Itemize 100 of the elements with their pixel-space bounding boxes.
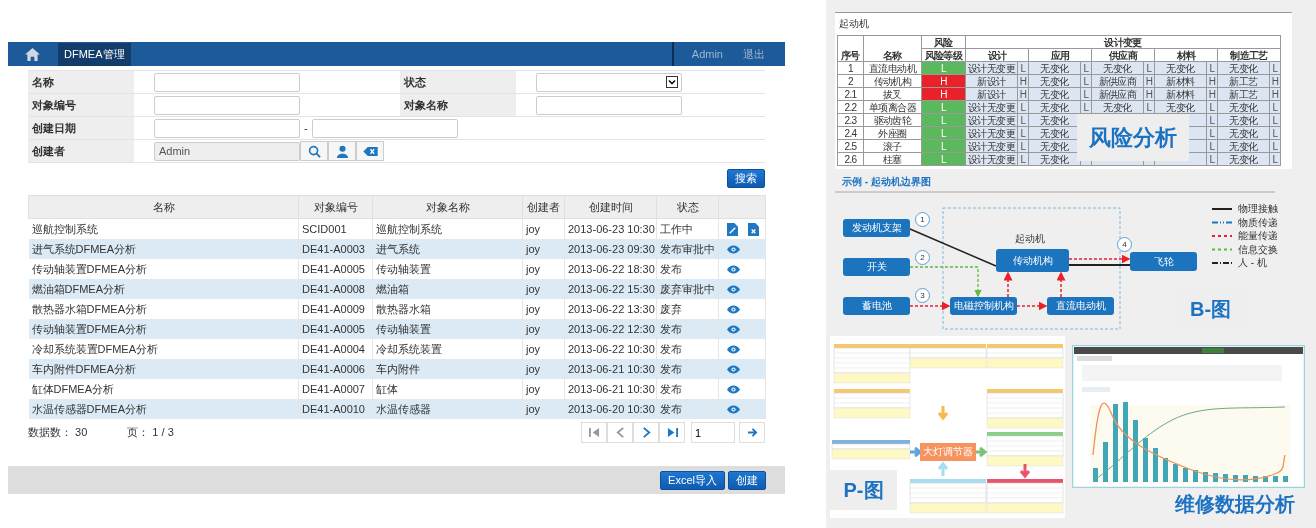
table-cell: 无变化 bbox=[1040, 153, 1069, 165]
energy-arrow bbox=[1056, 271, 1066, 298]
table-cell: 设计无变更 bbox=[968, 101, 1015, 113]
table-cell: 车内附件 bbox=[376, 362, 420, 375]
diagram-node: 传动机构 bbox=[996, 249, 1069, 272]
number-marker: 3 bbox=[915, 288, 930, 303]
caption-text: 维修数据分析 bbox=[1175, 492, 1295, 517]
backspace-icon bbox=[362, 146, 378, 156]
next-page-button[interactable] bbox=[633, 422, 659, 443]
table-cell: DE41-A0010 bbox=[302, 403, 365, 415]
legend-label: 物理接触 bbox=[1238, 203, 1278, 215]
table-cell: 燃油箱DFMEA分析 bbox=[31, 282, 125, 295]
eye-icon[interactable] bbox=[727, 404, 740, 414]
eye-icon[interactable] bbox=[727, 324, 740, 334]
table-cell: joy bbox=[526, 303, 541, 315]
table-title: 起动机 bbox=[838, 17, 870, 31]
date-field[interactable] bbox=[311, 118, 458, 138]
table-cell: L bbox=[1146, 62, 1152, 74]
table-cell: H bbox=[1019, 88, 1027, 100]
page-input[interactable]: 1 bbox=[691, 422, 735, 443]
table-cell: 发布 bbox=[660, 362, 682, 375]
column-header: 风险等级 bbox=[924, 49, 963, 61]
table-cell: 无变化 bbox=[1040, 75, 1069, 87]
table-cell: 无变化 bbox=[1229, 62, 1258, 74]
input-field[interactable] bbox=[536, 95, 682, 115]
column-header: 设计 bbox=[987, 49, 1007, 61]
number-marker: 1 bbox=[915, 212, 930, 227]
energy-arrow bbox=[1068, 254, 1131, 264]
eye-icon[interactable] bbox=[727, 284, 740, 294]
eye-icon[interactable] bbox=[727, 344, 740, 354]
number-marker: 4 bbox=[1117, 237, 1132, 252]
table-cell: 2013-06-22 10:30 bbox=[568, 343, 655, 355]
column-group-header: 风险 bbox=[934, 36, 953, 48]
table-cell: 2013-06-21 10:30 bbox=[568, 383, 655, 395]
table-cell: 拔叉 bbox=[883, 88, 902, 100]
table-cell: 设计无变更 bbox=[968, 127, 1015, 139]
energy-arrow bbox=[1003, 271, 1013, 298]
chevron-right-icon bbox=[640, 427, 652, 438]
home-icon[interactable] bbox=[25, 47, 40, 61]
table-cell: 单项离合器 bbox=[869, 101, 916, 113]
table-cell: 缸体DFMEA分析 bbox=[31, 382, 114, 395]
table-cell: 2013-06-22 15:30 bbox=[568, 283, 655, 295]
first-page-button[interactable] bbox=[581, 422, 607, 443]
search-icon bbox=[307, 144, 321, 158]
table-cell: 无变化 bbox=[1229, 114, 1258, 126]
eye-icon[interactable] bbox=[727, 364, 740, 374]
column-header: 制造工艺 bbox=[1230, 49, 1268, 61]
filter-label: 对象名称 bbox=[400, 94, 516, 117]
filter-label: 状态 bbox=[400, 71, 516, 94]
table-cell: L bbox=[1020, 140, 1026, 152]
search-button[interactable] bbox=[300, 141, 328, 161]
table-cell: 新工艺 bbox=[1229, 88, 1258, 100]
action-button[interactable]: Excel导入 bbox=[660, 470, 725, 490]
table-cell: 发布 bbox=[660, 382, 682, 395]
table-cell: L bbox=[1083, 75, 1089, 87]
table-cell: 散热器水箱 bbox=[376, 302, 431, 315]
table-cell: 发布 bbox=[660, 322, 682, 335]
eye-icon[interactable] bbox=[727, 244, 740, 254]
table-cell: 传动轴装置DFMEA分析 bbox=[31, 322, 147, 335]
logout-link[interactable]: 退出 bbox=[743, 46, 765, 62]
edit-document-icon[interactable] bbox=[727, 222, 738, 236]
column-header: 创建时间 bbox=[564, 195, 657, 219]
table-cell: L bbox=[1209, 140, 1215, 152]
eye-icon[interactable] bbox=[727, 304, 740, 314]
eye-icon[interactable] bbox=[727, 264, 740, 274]
go-button[interactable] bbox=[739, 422, 765, 443]
table-cell: H bbox=[1208, 75, 1216, 87]
input-field[interactable] bbox=[154, 95, 300, 115]
diagram-node: 电磁控制机构 bbox=[950, 297, 1017, 315]
user-button[interactable] bbox=[328, 141, 356, 161]
table-cell: 滚子 bbox=[883, 140, 902, 152]
table-cell: 外座圈 bbox=[878, 127, 907, 139]
table-cell: 2013-06-22 12:30 bbox=[568, 323, 655, 335]
table-cell: L bbox=[1020, 62, 1026, 74]
search-button[interactable]: 搜索 bbox=[727, 169, 765, 188]
delete-document-icon[interactable] bbox=[748, 222, 759, 236]
previous-page-button[interactable] bbox=[607, 422, 633, 443]
table-cell: 水温传感器 bbox=[376, 402, 431, 415]
table-cell: joy bbox=[526, 243, 541, 255]
user-field[interactable]: Admin bbox=[154, 141, 300, 161]
date-field[interactable] bbox=[154, 118, 300, 138]
eye-icon[interactable] bbox=[727, 384, 740, 394]
select-field[interactable] bbox=[536, 72, 682, 92]
table-cell: 无变化 bbox=[1040, 140, 1069, 152]
table-cell: L bbox=[1146, 101, 1152, 113]
input-field[interactable] bbox=[154, 72, 300, 92]
nav-tab[interactable]: DFMEA管理 bbox=[58, 42, 131, 66]
table-cell: 工作中 bbox=[660, 222, 693, 235]
diagram-node: 直流电动机 bbox=[1047, 297, 1114, 315]
last-page-button[interactable] bbox=[659, 422, 685, 443]
column-header: 材料 bbox=[1176, 49, 1196, 61]
action-button[interactable]: 创建 bbox=[728, 470, 766, 490]
table-cell: 车内附件DFMEA分析 bbox=[31, 362, 136, 375]
table-cell: 废弃 bbox=[660, 302, 682, 315]
caret-icon bbox=[666, 76, 678, 88]
table-cell: 传动机构 bbox=[873, 75, 912, 87]
table-cell: 进气系统DFMEA分析 bbox=[31, 242, 136, 255]
energy-arrow bbox=[909, 301, 951, 311]
legend-label: 能量传递 bbox=[1238, 230, 1278, 242]
clear-button[interactable] bbox=[356, 141, 384, 161]
